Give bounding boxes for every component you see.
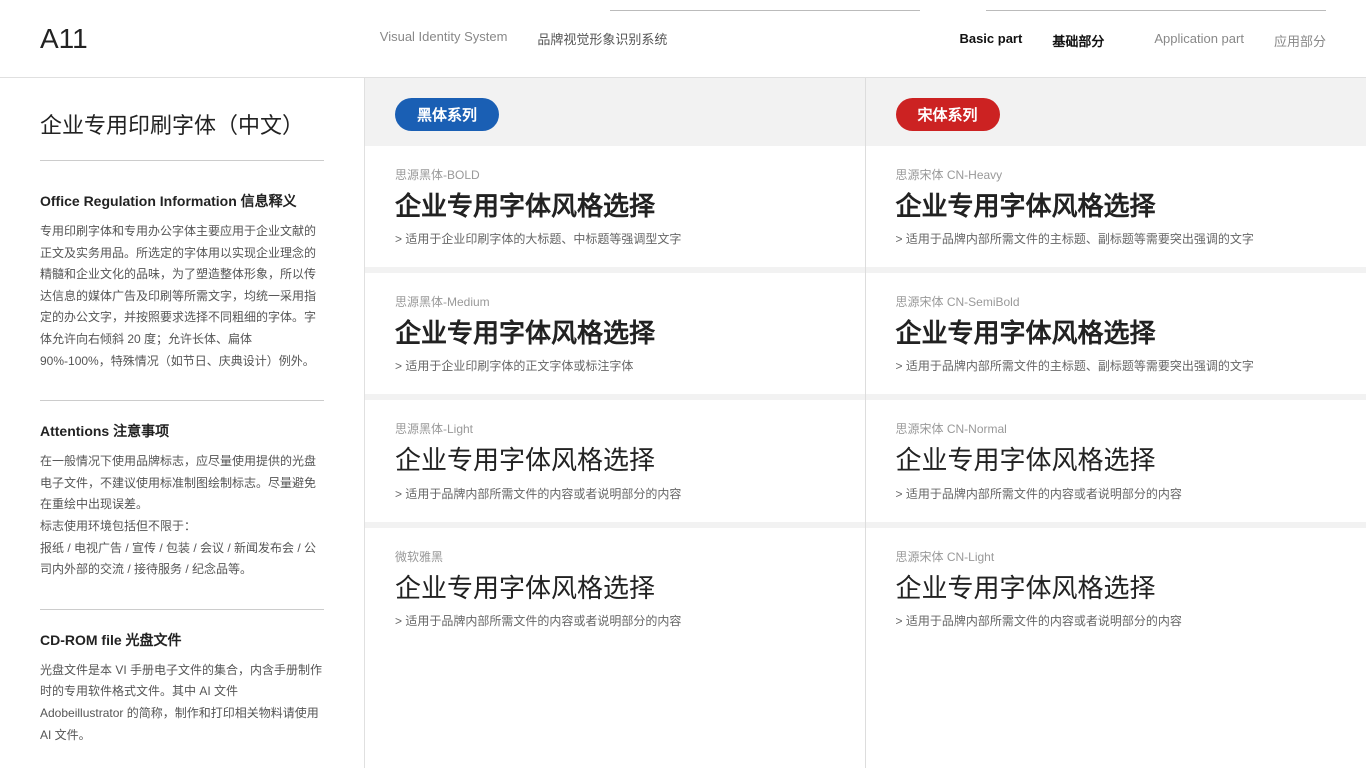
left-entry-desc-2: > 适用于品牌内部所需文件的内容或者说明部分的内容 [395,485,835,502]
nav-basic-en[interactable]: Basic part [959,31,1022,50]
left-entry-demo-1: 企业专用字体风格选择 [395,318,835,349]
sidebar-section-1: Attentions 注意事项 在一般情况下使用品牌标志，应尽量使用提供的光盘电… [40,421,324,581]
left-entry-name-0: 思源黑体-BOLD [395,166,835,183]
sidebar-divider-2 [40,609,324,610]
nav-vi-cn: 品牌视觉形象识别系统 [537,29,667,48]
page-code: A11 [40,22,88,56]
right-entry-3: 思源宋体 CN-Light 企业专用字体风格选择 > 适用于品牌内部所需文件的内… [866,528,1366,768]
header-left: A11 [40,22,88,56]
right-entry-desc-2: > 适用于品牌内部所需文件的内容或者说明部分的内容 [896,485,1337,502]
right-entry-gap-1 [866,396,1366,398]
header-center: Visual Identity System 品牌视觉形象识别系统 [380,29,668,48]
entry-gap-0 [365,269,865,271]
left-entry-name-1: 思源黑体-Medium [395,293,835,310]
sidebar-section-body-1: 在一般情况下使用品牌标志，应尽量使用提供的光盘电子文件，不建议使用标准制图绘制标… [40,451,324,581]
right-entry-desc-3: > 适用于品牌内部所需文件的内容或者说明部分的内容 [896,612,1337,629]
sidebar-section-title-0: Office Regulation Information 信息释义 [40,191,324,211]
left-entry-2: 思源黑体-Light 企业专用字体风格选择 > 适用于品牌内部所需文件的内容或者… [365,400,865,521]
sidebar-divider-1 [40,400,324,401]
right-entry-demo-0: 企业专用字体风格选择 [896,191,1337,222]
left-font-column: 黑体系列 思源黑体-BOLD 企业专用字体风格选择 > 适用于企业印刷字体的大标… [365,78,866,768]
left-badge: 黑体系列 [395,98,499,131]
left-entry-desc-3: > 适用于品牌内部所需文件的内容或者说明部分的内容 [395,612,835,629]
right-entry-demo-2: 企业专用字体风格选择 [896,445,1337,476]
right-entry-desc-1: > 适用于品牌内部所需文件的主标题、副标题等需要突出强调的文字 [896,357,1337,374]
sidebar-section-2: CD-ROM file 光盘文件 光盘文件是本 VI 手册电子文件的集合，内含手… [40,630,324,746]
right-entry-gap-0 [866,269,1366,271]
left-entry-demo-2: 企业专用字体风格选择 [395,445,835,476]
right-entry-0: 思源宋体 CN-Heavy 企业专用字体风格选择 > 适用于品牌内部所需文件的主… [866,146,1366,267]
sidebar-section-title-1: Attentions 注意事项 [40,421,324,441]
left-entry-desc-1: > 适用于企业印刷字体的正文字体或标注字体 [395,357,835,374]
nav-vi-en: Visual Identity System [380,29,508,48]
right-entry-name-0: 思源宋体 CN-Heavy [896,166,1337,183]
header-right: Basic part 基础部分 Application part 应用部分 [959,27,1326,50]
right-entry-demo-1: 企业专用字体风格选择 [896,318,1337,349]
sidebar-section-body-0: 专用印刷字体和专用办公字体主要应用于企业文献的正文及实务用品。所选定的字体用以实… [40,221,324,372]
left-entry-0: 思源黑体-BOLD 企业专用字体风格选择 > 适用于企业印刷字体的大标题、中标题… [365,146,865,267]
left-entry-name-3: 微软雅黑 [395,548,835,565]
header-nav-center: Visual Identity System 品牌视觉形象识别系统 [380,29,668,48]
main-layout: 企业专用印刷字体（中文） Office Regulation Informati… [0,78,1366,768]
header-right-nav: Basic part 基础部分 Application part 应用部分 [959,31,1326,50]
left-entry-1: 思源黑体-Medium 企业专用字体风格选择 > 适用于企业印刷字体的正文字体或… [365,273,865,394]
sidebar-section-title-2: CD-ROM file 光盘文件 [40,630,324,650]
header: A11 Visual Identity System 品牌视觉形象识别系统 Ba… [0,0,1366,78]
right-font-column: 宋体系列 思源宋体 CN-Heavy 企业专用字体风格选择 > 适用于品牌内部所… [866,78,1366,768]
left-entry-demo-0: 企业专用字体风格选择 [395,191,835,222]
right-entries: 思源宋体 CN-Heavy 企业专用字体风格选择 > 适用于品牌内部所需文件的主… [866,146,1366,768]
sidebar: 企业专用印刷字体（中文） Office Regulation Informati… [0,78,365,768]
right-entry-name-2: 思源宋体 CN-Normal [896,420,1337,437]
left-entry-3: 微软雅黑 企业专用字体风格选择 > 适用于品牌内部所需文件的内容或者说明部分的内… [365,528,865,768]
right-entry-desc-0: > 适用于品牌内部所需文件的主标题、副标题等需要突出强调的文字 [896,230,1337,247]
content-area: 黑体系列 思源黑体-BOLD 企业专用字体风格选择 > 适用于企业印刷字体的大标… [365,78,1366,768]
left-entries: 思源黑体-BOLD 企业专用字体风格选择 > 适用于企业印刷字体的大标题、中标题… [365,146,865,768]
nav-basic-cn: 基础部分 [1052,31,1104,50]
sidebar-title: 企业专用印刷字体（中文） [40,108,324,161]
nav-app-cn: 应用部分 [1274,31,1326,50]
right-badge: 宋体系列 [896,98,1000,131]
right-entry-2: 思源宋体 CN-Normal 企业专用字体风格选择 > 适用于品牌内部所需文件的… [866,400,1366,521]
right-entry-demo-3: 企业专用字体风格选择 [896,573,1337,604]
sidebar-section-0: Office Regulation Information 信息释义 专用印刷字… [40,191,324,372]
sidebar-section-body-2: 光盘文件是本 VI 手册电子文件的集合，内含手册制作时的专用软件格式文件。其中 … [40,660,324,746]
left-column-header: 黑体系列 [365,78,865,146]
left-entry-desc-0: > 适用于企业印刷字体的大标题、中标题等强调型文字 [395,230,835,247]
left-entry-demo-3: 企业专用字体风格选择 [395,573,835,604]
right-column-header: 宋体系列 [866,78,1366,146]
right-entry-name-3: 思源宋体 CN-Light [896,548,1337,565]
right-entry-name-1: 思源宋体 CN-SemiBold [896,293,1337,310]
right-entry-gap-2 [866,524,1366,526]
right-entry-1: 思源宋体 CN-SemiBold 企业专用字体风格选择 > 适用于品牌内部所需文… [866,273,1366,394]
left-entry-name-2: 思源黑体-Light [395,420,835,437]
entry-gap-1 [365,396,865,398]
entry-gap-2 [365,524,865,526]
nav-app-en[interactable]: Application part [1154,31,1244,50]
